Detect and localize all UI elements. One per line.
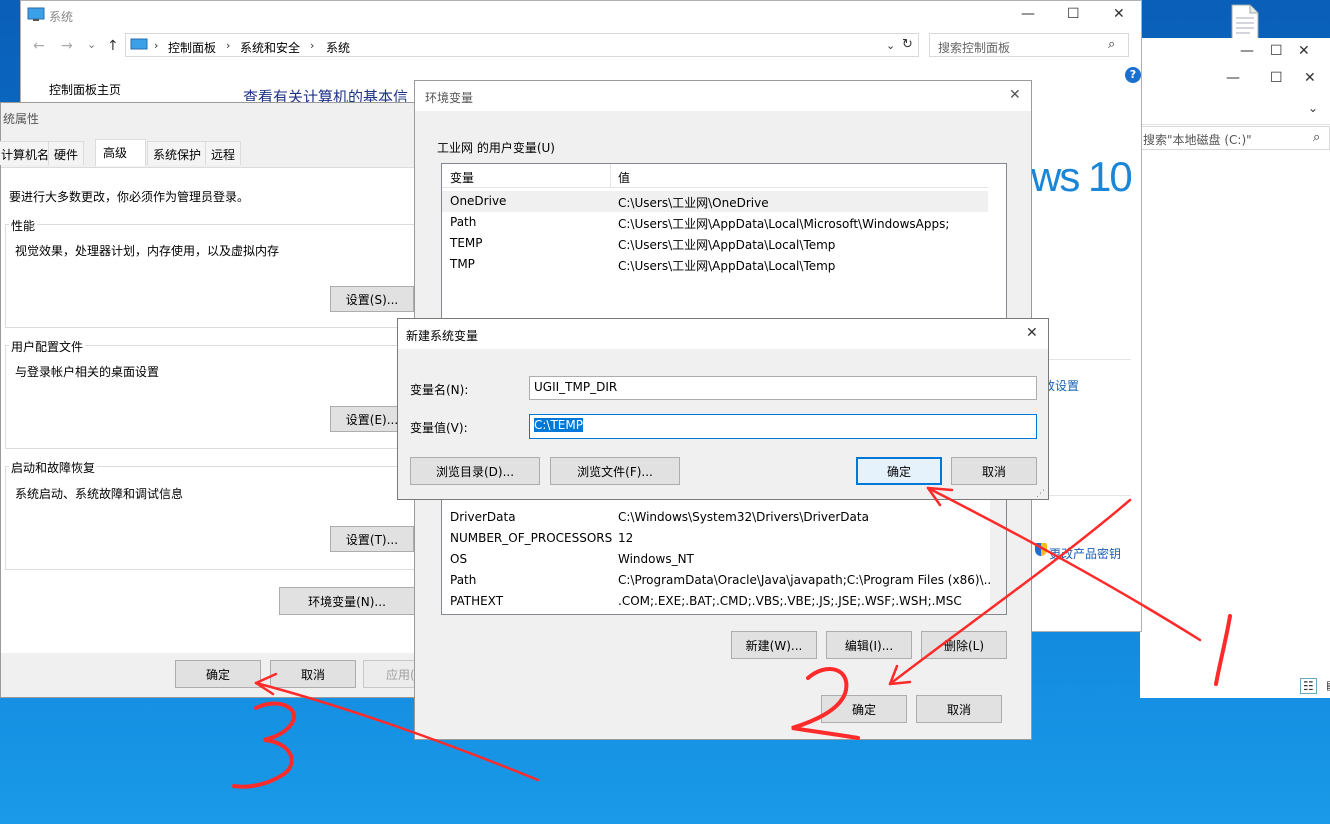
annotation-number-2 bbox=[791, 667, 860, 740]
annotation-layer bbox=[232, 486, 1232, 789]
annotation-arrow-1 bbox=[254, 486, 1202, 782]
annotation-number-1 bbox=[1214, 614, 1232, 686]
annotation-number-3 bbox=[232, 701, 296, 789]
